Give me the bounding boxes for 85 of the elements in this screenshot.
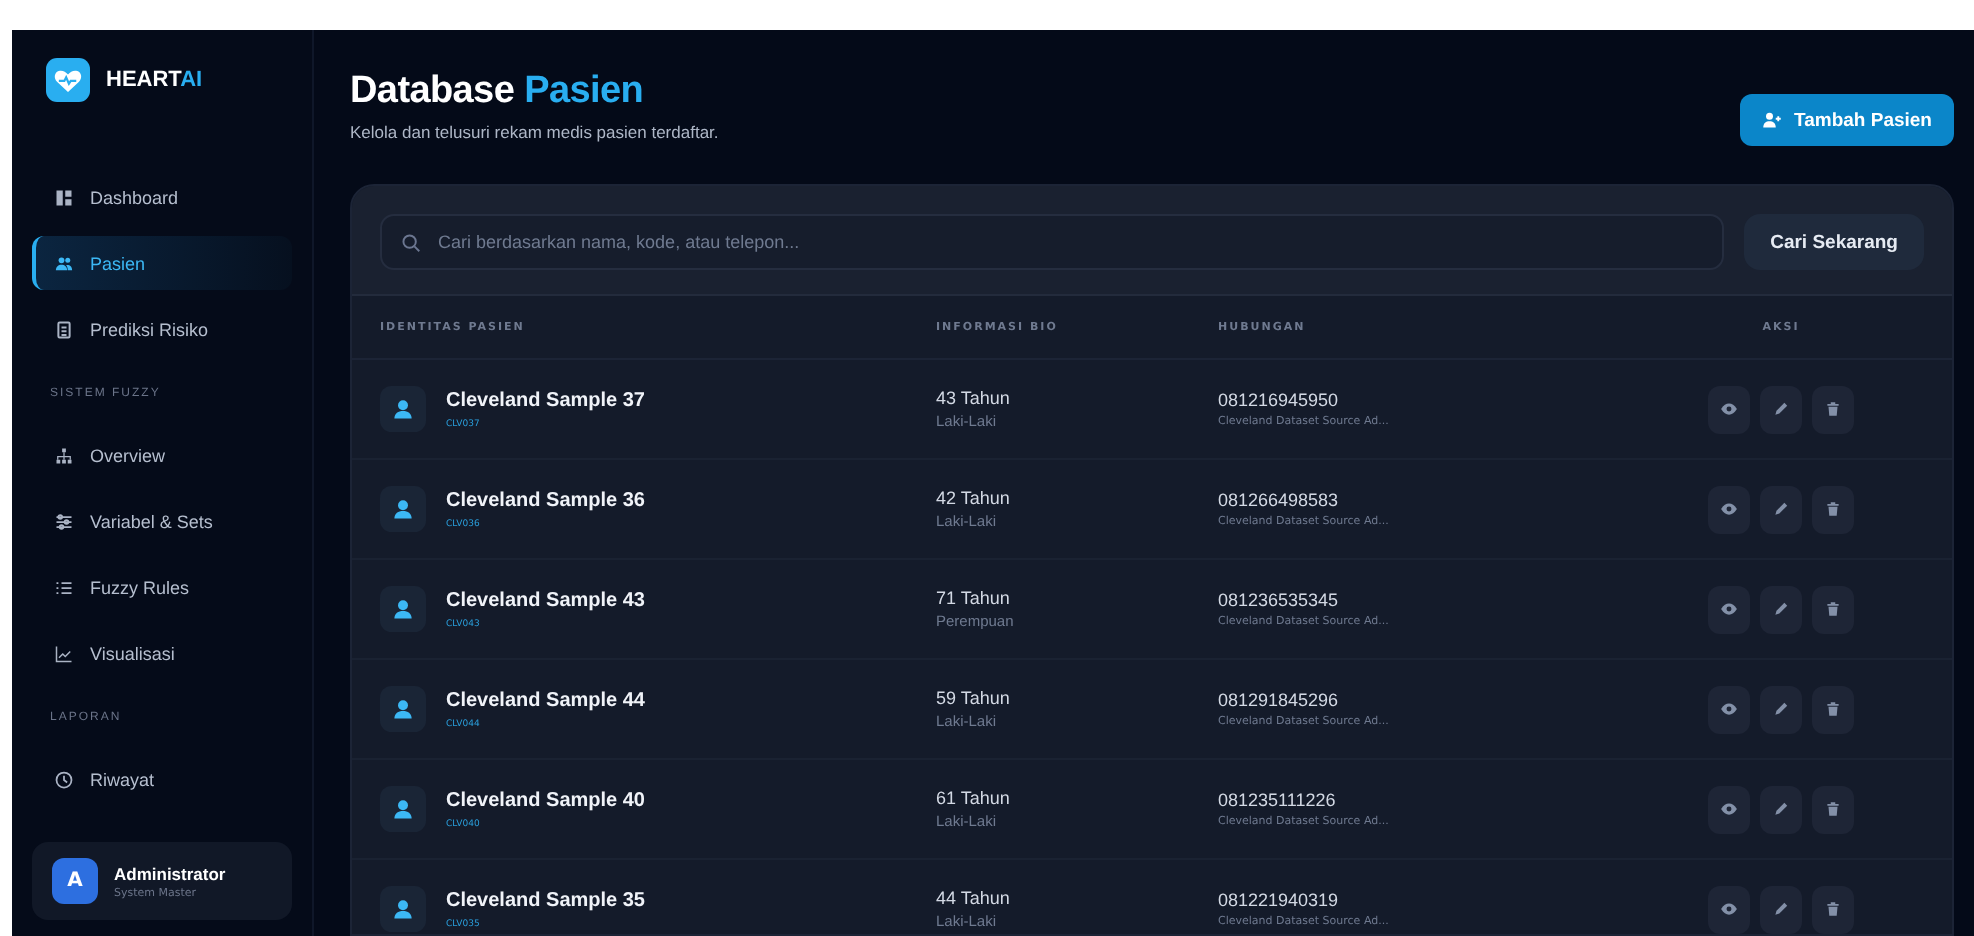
search-button[interactable]: Cari Sekarang [1744, 214, 1924, 270]
trash-icon [1824, 400, 1842, 418]
eye-icon [1720, 400, 1738, 418]
sidebar-item[interactable]: Dashboard [32, 170, 292, 224]
sidebar-item[interactable]: Fuzzy Rules [32, 560, 292, 614]
eye-icon [1720, 900, 1738, 918]
pencil-icon [1772, 800, 1790, 818]
add-patient-button[interactable]: Tambah Pasien [1740, 94, 1954, 146]
patient-age: 42 Tahun [936, 488, 1012, 508]
eye-icon [1720, 500, 1738, 518]
view-button[interactable] [1708, 485, 1750, 533]
patient-name: Cleveland Sample 44 [446, 689, 645, 711]
patient-phone: 081216945950 [1218, 390, 1341, 410]
tree-icon [54, 445, 74, 465]
patient-name: Cleveland Sample 37 [446, 389, 645, 411]
list-icon [54, 577, 74, 597]
patient-phone: 081291845296 [1218, 690, 1341, 710]
patient-age: 71 Tahun [936, 588, 1012, 608]
view-button[interactable] [1708, 785, 1750, 833]
delete-button[interactable] [1812, 685, 1854, 733]
brand-name: HEARTAI [106, 68, 203, 92]
patient-name: Cleveland Sample 35 [446, 889, 645, 911]
patient-name: Cleveland Sample 40 [446, 789, 645, 811]
trash-icon [1824, 600, 1842, 618]
patient-phone: 081266498583 [1218, 490, 1341, 510]
patient-age: 59 Tahun [936, 688, 1012, 708]
patient-name: Cleveland Sample 36 [446, 489, 645, 511]
delete-button[interactable] [1812, 885, 1854, 933]
view-button[interactable] [1708, 685, 1750, 733]
person-icon [380, 786, 426, 832]
sidebar-item[interactable]: Prediksi Risiko [32, 302, 292, 356]
patient-age: 44 Tahun [936, 888, 1012, 908]
patient-phone: 081236535345 [1218, 590, 1341, 610]
eye-icon [1720, 600, 1738, 618]
avatar: A [52, 858, 98, 904]
person-icon [380, 386, 426, 432]
user-name: Administrator [114, 863, 226, 883]
clock-icon [54, 769, 74, 789]
pencil-icon [1772, 700, 1790, 718]
page-title: Database Pasien [350, 70, 646, 114]
trash-icon [1824, 800, 1842, 818]
edit-button[interactable] [1760, 385, 1802, 433]
view-button[interactable] [1708, 585, 1750, 633]
pencil-icon [1772, 600, 1790, 618]
view-button[interactable] [1708, 885, 1750, 933]
patient-phone: 081221940319 [1218, 890, 1341, 910]
pencil-icon [1772, 900, 1790, 918]
delete-button[interactable] [1812, 585, 1854, 633]
pencil-icon [1772, 500, 1790, 518]
patient-phone: 081235111226 [1218, 790, 1338, 810]
sidebar-item[interactable]: Overview [32, 428, 292, 482]
edit-button[interactable] [1760, 785, 1802, 833]
trash-icon [1824, 500, 1842, 518]
delete-button[interactable] [1812, 385, 1854, 433]
add-user-icon [1762, 110, 1782, 130]
users-icon [54, 253, 74, 273]
sidebar-item[interactable]: Riwayat [32, 752, 292, 806]
sidebar-item[interactable]: Pasien [32, 236, 292, 290]
chart-icon [54, 643, 74, 663]
page-subtitle: Kelola dan telusuri rekam medis pasien terdaftar. [350, 122, 719, 142]
trash-icon [1824, 700, 1842, 718]
heart-logo-icon [46, 58, 90, 102]
grid-icon [54, 187, 74, 207]
patient-name: Cleveland Sample 43 [446, 589, 645, 611]
edit-button[interactable] [1760, 685, 1802, 733]
delete-button[interactable] [1812, 785, 1854, 833]
edit-button[interactable] [1760, 585, 1802, 633]
person-icon [380, 486, 426, 532]
pencil-icon [1772, 400, 1790, 418]
trash-icon [1824, 900, 1842, 918]
patient-age: 43 Tahun [936, 388, 1012, 408]
sidebar-item[interactable]: Visualisasi [32, 626, 292, 680]
view-button[interactable] [1708, 385, 1750, 433]
delete-button[interactable] [1812, 485, 1854, 533]
person-icon [380, 586, 426, 632]
sliders-icon [54, 511, 74, 531]
eye-icon [1720, 800, 1738, 818]
eye-icon [1720, 700, 1738, 718]
doc-icon [54, 319, 74, 339]
patient-age: 61 Tahun [936, 788, 1012, 808]
person-icon [380, 686, 426, 732]
edit-button[interactable] [1760, 885, 1802, 933]
edit-button[interactable] [1760, 485, 1802, 533]
sidebar-item[interactable]: Variabel & Sets [32, 494, 292, 548]
search-field[interactable]: Cari berdasarkan nama, kode, atau telepon... [380, 214, 1725, 270]
